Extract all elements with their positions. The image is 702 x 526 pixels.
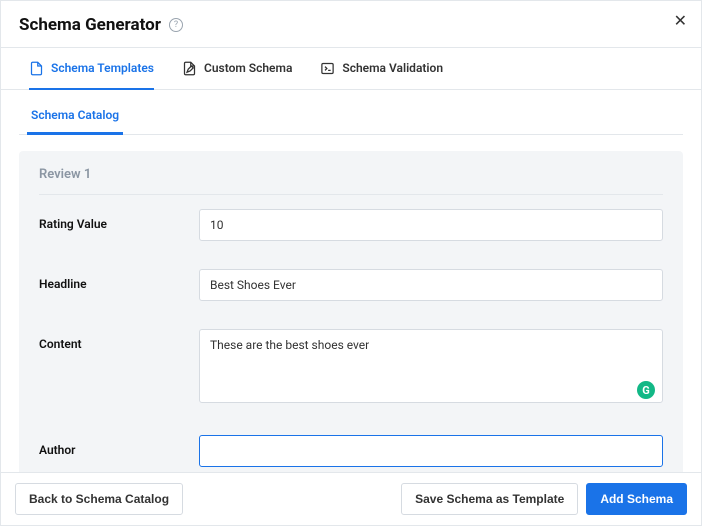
grammarly-icon[interactable]: G <box>637 381 655 399</box>
save-template-button[interactable]: Save Schema as Template <box>401 483 578 515</box>
row-rating: Rating Value <box>39 195 663 255</box>
author-label: Author <box>39 435 199 457</box>
headline-label: Headline <box>39 269 199 291</box>
tab-schema-templates[interactable]: Schema Templates <box>29 49 154 90</box>
footer-bar: Back to Schema Catalog Save Schema as Te… <box>1 472 701 525</box>
review-panel: Review 1 Rating Value Headline Content G… <box>19 151 683 491</box>
content-label: Content <box>39 329 199 351</box>
tab-schema-validation[interactable]: Schema Validation <box>320 49 443 90</box>
help-icon[interactable]: ? <box>169 18 183 32</box>
rating-label: Rating Value <box>39 209 199 231</box>
file-edit-icon <box>182 61 197 76</box>
row-content: Content G <box>39 315 663 421</box>
add-schema-button[interactable]: Add Schema <box>586 483 687 515</box>
dialog-header: Schema Generator ? <box>1 1 701 48</box>
tab-label: Custom Schema <box>204 61 292 75</box>
close-button[interactable]: ✕ <box>670 7 691 35</box>
author-input[interactable] <box>199 435 663 467</box>
row-headline: Headline <box>39 255 663 315</box>
sub-tabs: Schema Catalog <box>19 90 683 135</box>
rating-input[interactable] <box>199 209 663 241</box>
content-textarea[interactable] <box>199 329 663 403</box>
primary-tabs: Schema Templates Custom Schema Schema Va… <box>1 48 701 90</box>
terminal-icon <box>320 61 335 76</box>
subtab-schema-catalog[interactable]: Schema Catalog <box>27 108 123 135</box>
tab-label: Schema Templates <box>51 61 154 75</box>
panel-title: Review 1 <box>39 151 663 195</box>
tab-custom-schema[interactable]: Custom Schema <box>182 49 292 90</box>
headline-input[interactable] <box>199 269 663 301</box>
page-title: Schema Generator <box>19 15 161 35</box>
file-icon <box>29 61 44 76</box>
tab-label: Schema Validation <box>342 61 443 75</box>
content-area: Schema Catalog Review 1 Rating Value Hea… <box>1 90 701 491</box>
back-button[interactable]: Back to Schema Catalog <box>15 483 183 515</box>
